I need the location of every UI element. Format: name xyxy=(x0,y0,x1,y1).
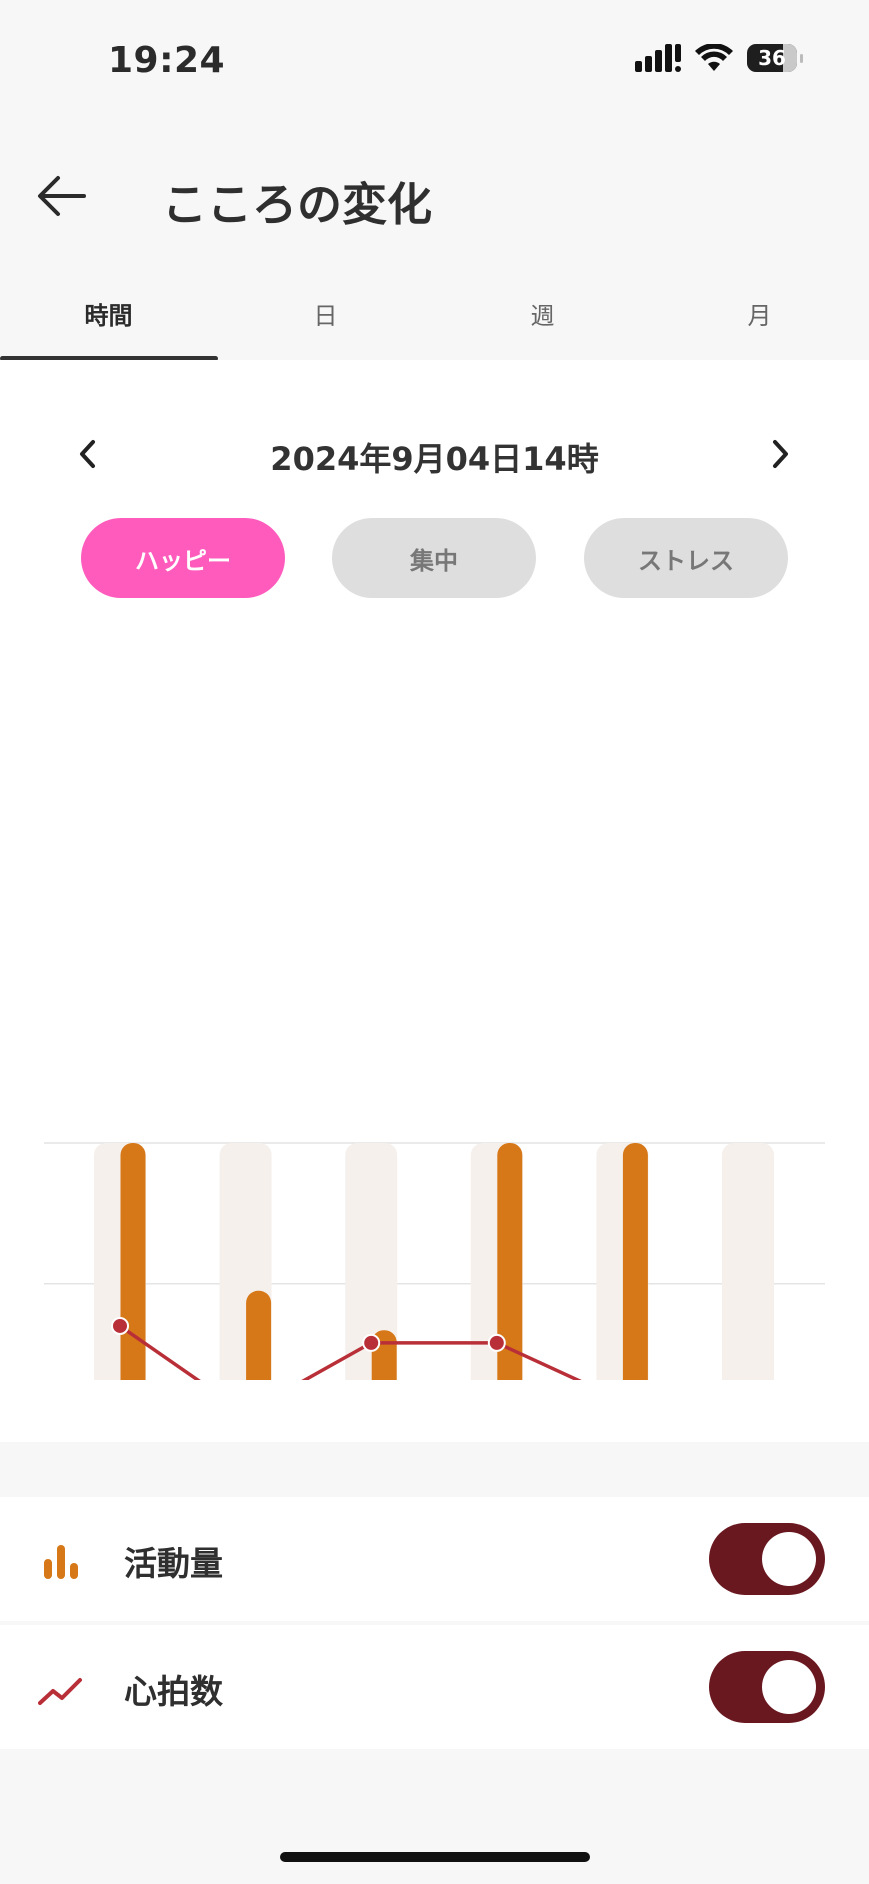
status-time: 19:24 xyxy=(108,40,226,81)
emotion-filter: ハッピー 集中 ストレス xyxy=(0,518,869,598)
activity-label: 活動量 xyxy=(124,1544,223,1583)
heart-rate-point xyxy=(362,1333,381,1352)
heart-rate-point xyxy=(111,1316,129,1335)
heart-rate-line xyxy=(119,1324,582,1380)
home-indicator xyxy=(280,1852,590,1862)
chart-card: 2024年9月04日14時 ハッピー 集中 ストレス 01020304050 xyxy=(0,360,869,1442)
back-button[interactable] xyxy=(34,168,90,224)
toggle-knob xyxy=(762,1532,816,1586)
tab-hour[interactable]: 時間 xyxy=(0,270,217,356)
cellular-signal-icon xyxy=(635,44,681,72)
mood-chart: 01020304050 xyxy=(44,1142,825,1380)
activity-toggle[interactable] xyxy=(709,1523,825,1595)
activity-toggle-row: 活動量 xyxy=(0,1497,869,1621)
toggle-knob xyxy=(762,1660,816,1714)
tab-day[interactable]: 日 xyxy=(217,270,434,356)
status-bar: 19:24 36 xyxy=(0,0,869,120)
activity-bar xyxy=(622,1143,648,1380)
page-title: こころの変化 xyxy=(162,178,433,231)
next-period-button[interactable] xyxy=(752,426,808,482)
heart-rate-point xyxy=(487,1333,506,1352)
battery-icon: 36 xyxy=(747,44,803,72)
period-tabs: 時間 日 週 月 xyxy=(0,270,869,361)
heart-rate-label: 心拍数 xyxy=(124,1672,223,1711)
wifi-icon xyxy=(695,44,733,71)
chevron-right-icon xyxy=(773,440,788,468)
bar-track xyxy=(722,1143,774,1380)
bar-chart-icon xyxy=(44,1545,78,1579)
line-chart-icon xyxy=(38,1678,82,1705)
app-header: こころの変化 xyxy=(0,150,869,240)
tab-month[interactable]: 月 xyxy=(651,270,868,356)
chip-happy[interactable]: ハッピー xyxy=(81,518,285,598)
arrow-left-icon xyxy=(38,176,86,216)
activity-bar xyxy=(120,1143,146,1380)
status-icons: 36 xyxy=(635,44,803,72)
tab-week[interactable]: 週 xyxy=(434,270,651,356)
metric-toggles: 活動量 心拍数 xyxy=(0,1497,869,1753)
battery-level: 36 xyxy=(758,46,786,70)
date-label: 2024年9月04日14時 xyxy=(270,440,599,478)
heart-rate-toggle-row: 心拍数 xyxy=(0,1625,869,1749)
date-navigator: 2024年9月04日14時 xyxy=(0,420,869,490)
chip-stress[interactable]: ストレス xyxy=(584,518,788,598)
chip-focus[interactable]: 集中 xyxy=(332,518,536,598)
activity-bar xyxy=(246,1290,272,1380)
heart-rate-toggle[interactable] xyxy=(709,1651,825,1723)
